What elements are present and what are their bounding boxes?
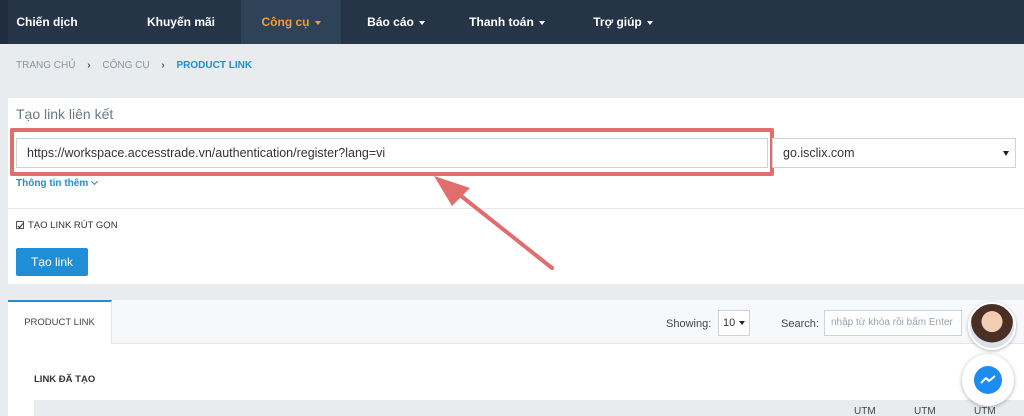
shortlink-label: TẠO LINK RÚT GỌN — [28, 220, 118, 231]
page-size-value: 10 — [723, 317, 736, 329]
messenger-button[interactable] — [962, 354, 1014, 406]
divider — [8, 208, 1024, 209]
caret-down-icon — [418, 20, 425, 25]
create-link-panel: Tạo link liên kết https://workspace.acce… — [8, 98, 1024, 284]
caret-down-icon — [646, 20, 653, 25]
nav-tro-giup[interactable]: Trợ giúp — [568, 0, 678, 44]
chevron-right-icon: › — [161, 60, 165, 71]
nav-khuyen-mai[interactable]: Khuyến mãi — [126, 0, 236, 44]
chevron-down-icon — [91, 177, 99, 186]
dropdown-arrow-icon — [739, 321, 745, 325]
showing-label: Showing: — [666, 318, 712, 330]
dropdown-arrow-icon — [1003, 151, 1009, 156]
more-info-label: Thông tin thêm — [16, 178, 89, 189]
caret-down-icon — [314, 20, 321, 25]
shortlink-checkbox[interactable] — [16, 221, 24, 229]
more-info-toggle[interactable]: Thông tin thêm — [16, 177, 99, 189]
page-size-select[interactable]: 10 — [718, 310, 750, 336]
support-avatar[interactable] — [968, 302, 1016, 350]
breadcrumb: TRANG CHỦ › CÔNG CỤ › PRODUCT LINK — [16, 60, 252, 71]
domain-select-value: go.isclix.com — [783, 146, 855, 160]
search-label: Search: — [781, 318, 819, 330]
highlight-annotation — [10, 128, 774, 176]
chevron-right-icon: › — [87, 60, 91, 71]
top-navigation: Chiến dịch Khuyến mãi Công cụ Báo cáo Th… — [0, 0, 1024, 44]
section-title: LINK ĐÃ TẠO — [34, 374, 96, 385]
tab-product-link[interactable]: PRODUCT LINK — [8, 300, 112, 344]
links-table-panel: PRODUCT LINK Showing: 10 Search: nhập từ… — [8, 298, 1024, 416]
breadcrumb-home[interactable]: TRANG CHỦ — [16, 60, 75, 71]
nav-bar: Chiến dịch Khuyến mãi Công cụ Báo cáo Th… — [8, 0, 1024, 44]
caret-down-icon — [538, 20, 545, 25]
column-header-utm: UTM — [854, 406, 876, 416]
nav-thanh-toan[interactable]: Thanh toán — [451, 0, 563, 44]
breadcrumb-current: PRODUCT LINK — [176, 60, 253, 71]
column-header-utm: UTM — [914, 406, 936, 416]
column-header-utm: UTM — [974, 406, 996, 416]
shortlink-option[interactable]: TẠO LINK RÚT GỌN — [16, 220, 118, 231]
nav-bao-cao[interactable]: Báo cáo — [341, 0, 451, 44]
nav-chien-dich[interactable]: Chiến dịch — [8, 0, 86, 44]
nav-cong-cu[interactable]: Công cụ — [241, 0, 341, 44]
panel-title: Tạo link liên kết — [16, 106, 114, 122]
domain-select[interactable]: go.isclix.com — [772, 138, 1016, 168]
create-link-button[interactable]: Tạo link — [16, 248, 88, 276]
search-input[interactable]: nhập từ khóa rồi bấm Enter — [824, 310, 962, 336]
breadcrumb-tools[interactable]: CÔNG CỤ — [102, 60, 149, 71]
messenger-bolt-icon — [980, 375, 996, 384]
